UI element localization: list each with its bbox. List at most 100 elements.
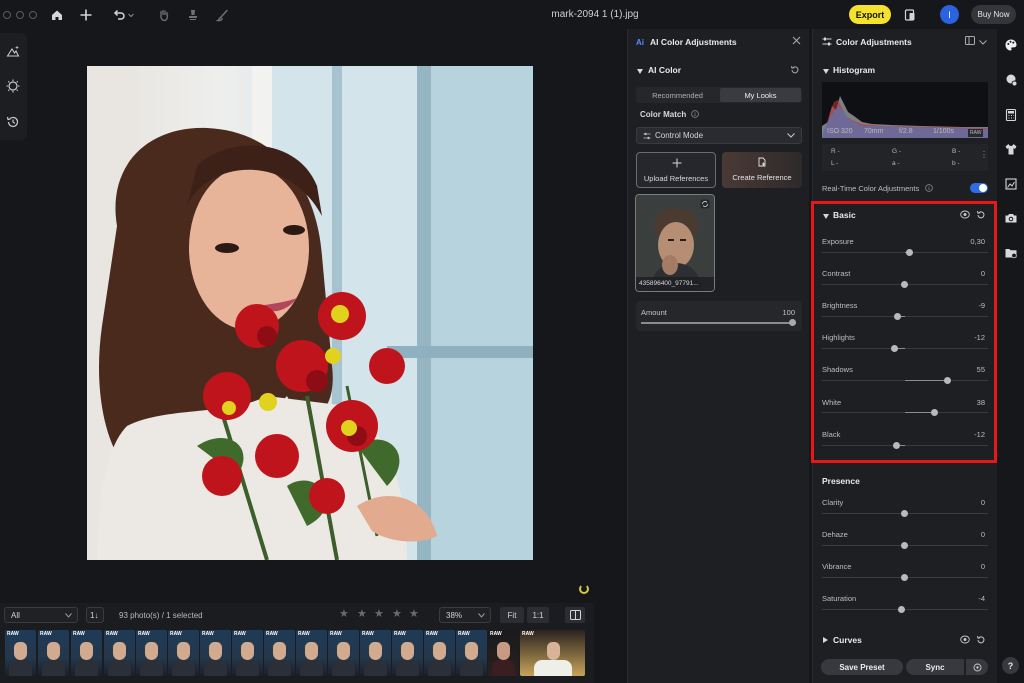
saturation-value[interactable]: -4	[978, 594, 985, 603]
filmstrip-thumbnail[interactable]: RAW	[38, 630, 69, 676]
rating-star-5-icon[interactable]: ★	[409, 609, 419, 620]
highlights-value[interactable]: -12	[974, 333, 985, 342]
brightness-slider-knob[interactable]	[894, 313, 901, 320]
window-minimize-button[interactable]	[16, 11, 24, 19]
contrast-value[interactable]: 0	[981, 269, 985, 278]
buy-now-button[interactable]: Buy Now	[971, 5, 1016, 24]
window-zoom-button[interactable]	[29, 11, 37, 19]
black-slider-track[interactable]	[822, 445, 988, 446]
brightness-slider-track[interactable]	[822, 316, 988, 317]
filmstrip-thumbnail[interactable]: RAW	[296, 630, 327, 676]
save-preset-button[interactable]: Save Preset	[821, 659, 903, 675]
close-icon[interactable]	[792, 36, 801, 47]
home-icon[interactable]	[48, 6, 66, 24]
filmstrip-thumbnail-selected[interactable]: RAW	[520, 630, 585, 676]
tab-recommended[interactable]: Recommended	[637, 88, 718, 102]
filmstrip-thumbnail[interactable]: RAW	[71, 630, 102, 676]
exposure-value[interactable]: 0,30	[970, 237, 985, 246]
dehaze-slider-knob[interactable]	[901, 542, 908, 549]
filmstrip-thumbnail[interactable]: RAW	[264, 630, 295, 676]
create-reference-button[interactable]: Create Reference	[722, 152, 802, 188]
info-icon[interactable]	[925, 184, 933, 194]
highlights-slider-knob[interactable]	[891, 345, 898, 352]
clarity-slider-knob[interactable]	[901, 510, 908, 517]
curves-section-title[interactable]: Curves	[833, 635, 862, 645]
expand-triangle-icon[interactable]	[823, 636, 828, 645]
rating-star-3-icon[interactable]: ★	[374, 609, 384, 620]
sync-settings-icon[interactable]	[966, 659, 988, 675]
filmstrip-thumbnail[interactable]: RAW	[424, 630, 455, 676]
calculator-icon[interactable]	[1003, 107, 1019, 123]
filmstrip-thumbnail[interactable]: RAW	[232, 630, 263, 676]
user-avatar[interactable]: I	[940, 5, 959, 24]
visibility-eye-icon[interactable]	[960, 635, 970, 646]
share-device-icon[interactable]	[901, 6, 919, 24]
white-value[interactable]: 38	[977, 398, 985, 407]
filmstrip-thumbnail[interactable]: RAW	[168, 630, 199, 676]
palette-icon[interactable]	[1003, 37, 1019, 53]
brush-tool-icon[interactable]	[214, 6, 232, 24]
white-slider-knob[interactable]	[931, 409, 938, 416]
filmstrip-thumbnail[interactable]: RAW	[136, 630, 167, 676]
photo-filter-select[interactable]: All	[4, 607, 78, 623]
collapse-triangle-icon[interactable]	[823, 67, 829, 76]
light-settings-icon[interactable]	[3, 76, 23, 96]
reference-look-card[interactable]: 435896400_97791...	[635, 194, 715, 292]
add-icon[interactable]	[77, 6, 95, 24]
amount-slider-track[interactable]	[641, 322, 796, 324]
exposure-slider-knob[interactable]	[906, 249, 913, 256]
folder-view-icon[interactable]	[1003, 245, 1019, 261]
rating-star-4-icon[interactable]: ★	[392, 609, 402, 620]
crop-transform-icon[interactable]	[1003, 176, 1019, 192]
filmstrip-thumbnail[interactable]: RAW	[360, 630, 391, 676]
reset-icon[interactable]	[976, 210, 986, 222]
history-icon[interactable]	[3, 112, 23, 132]
hand-tool-icon[interactable]	[155, 6, 173, 24]
saturation-slider-track[interactable]	[822, 609, 988, 610]
vibrance-value[interactable]: 0	[981, 562, 985, 571]
info-icon[interactable]	[691, 110, 699, 120]
sort-button[interactable]: 1↓	[86, 607, 104, 623]
rating-star-1-icon[interactable]: ★	[339, 609, 349, 620]
compare-view-icon[interactable]	[565, 607, 585, 623]
filmstrip-thumbnail[interactable]: RAW	[392, 630, 423, 676]
fit-button[interactable]: Fit	[500, 607, 524, 623]
one-to-one-button[interactable]: 1:1	[527, 607, 549, 623]
highlights-slider-track[interactable]	[822, 348, 988, 349]
panel-layout-icon[interactable]	[965, 36, 975, 47]
zoom-select[interactable]: 38%	[439, 607, 491, 623]
contrast-slider-knob[interactable]	[901, 281, 908, 288]
dehaze-value[interactable]: 0	[981, 530, 985, 539]
filmstrip-thumbnail[interactable]: RAW	[456, 630, 487, 676]
undo-history-chevron-icon[interactable]	[126, 6, 136, 24]
filmstrip-thumbnail[interactable]: RAW	[5, 630, 36, 676]
sync-button[interactable]: Sync	[906, 659, 964, 675]
reset-icon[interactable]	[790, 65, 800, 77]
help-button[interactable]: ?	[1002, 657, 1019, 674]
filmstrip-thumbnail[interactable]: RAW	[328, 630, 359, 676]
black-slider-knob[interactable]	[893, 442, 900, 449]
portrait-retouch-icon[interactable]	[1003, 72, 1019, 88]
more-options-icon[interactable]: ⋮	[980, 151, 988, 159]
visibility-eye-icon[interactable]	[960, 210, 970, 221]
control-mode-select[interactable]: Control Mode	[636, 127, 802, 144]
window-close-button[interactable]	[3, 11, 11, 19]
chevron-down-icon[interactable]	[979, 38, 987, 47]
camera-icon[interactable]	[1003, 210, 1019, 226]
collapse-triangle-icon[interactable]	[823, 212, 829, 221]
realtime-toggle[interactable]	[970, 183, 988, 193]
brightness-value[interactable]: -9	[978, 301, 985, 310]
clothing-icon[interactable]	[1003, 141, 1019, 157]
upload-references-button[interactable]: Upload References	[636, 152, 716, 188]
filmstrip-thumbnail[interactable]: RAW	[104, 630, 135, 676]
ai-enhance-icon[interactable]	[3, 41, 23, 61]
tab-my-looks[interactable]: My Looks	[720, 88, 801, 102]
shadows-value[interactable]: 55	[977, 365, 985, 374]
refresh-icon[interactable]	[700, 199, 710, 209]
shadows-slider-knob[interactable]	[944, 377, 951, 384]
stamp-tool-icon[interactable]	[184, 6, 202, 24]
filmstrip-thumbnail[interactable]: RAW	[488, 630, 519, 676]
main-photo[interactable]	[87, 66, 533, 560]
black-value[interactable]: -12	[974, 430, 985, 439]
saturation-slider-knob[interactable]	[898, 606, 905, 613]
